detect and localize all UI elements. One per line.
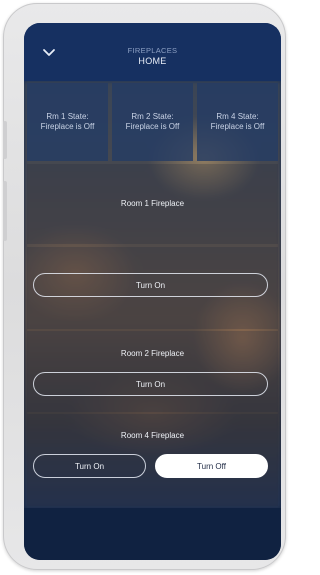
room2-section: Room 2 Fireplace Turn On (27, 331, 278, 412)
header-section-label: FIREPLACES (127, 46, 178, 55)
room4-label: Room 4 Fireplace (120, 431, 185, 440)
room2-status-tile: Rm 2 State: Fireplace is Off (112, 83, 193, 161)
phone-side-button (3, 181, 7, 241)
app-screen: FIREPLACES HOME Rm 1 State: Fireplace is… (24, 23, 281, 560)
room1-section: Room 1 Fireplace (27, 164, 278, 244)
app-header: FIREPLACES HOME (24, 23, 281, 81)
status-tiles: Rm 1 State: Fireplace is Off Rm 2 State:… (27, 83, 278, 161)
room2-label: Room 2 Fireplace (120, 349, 185, 358)
room1-controls: Turn On (27, 247, 278, 329)
room2-turn-on-button[interactable]: Turn On (33, 372, 268, 396)
room4-section: Room 4 Fireplace Turn On Turn Off (27, 414, 278, 506)
room1-label: Room 1 Fireplace (120, 199, 185, 208)
room1-turn-on-button[interactable]: Turn On (33, 273, 268, 297)
room4-turn-on-button[interactable]: Turn On (33, 454, 146, 478)
phone-side-button (3, 121, 7, 159)
room1-status-tile: Rm 1 State: Fireplace is Off (27, 83, 108, 161)
page-title: HOME (138, 56, 167, 66)
bottom-area (24, 508, 281, 560)
room4-turn-off-button[interactable]: Turn Off (155, 454, 268, 478)
room4-status-tile: Rm 4 State: Fireplace is Off (197, 83, 278, 161)
phone-frame: FIREPLACES HOME Rm 1 State: Fireplace is… (3, 3, 286, 570)
